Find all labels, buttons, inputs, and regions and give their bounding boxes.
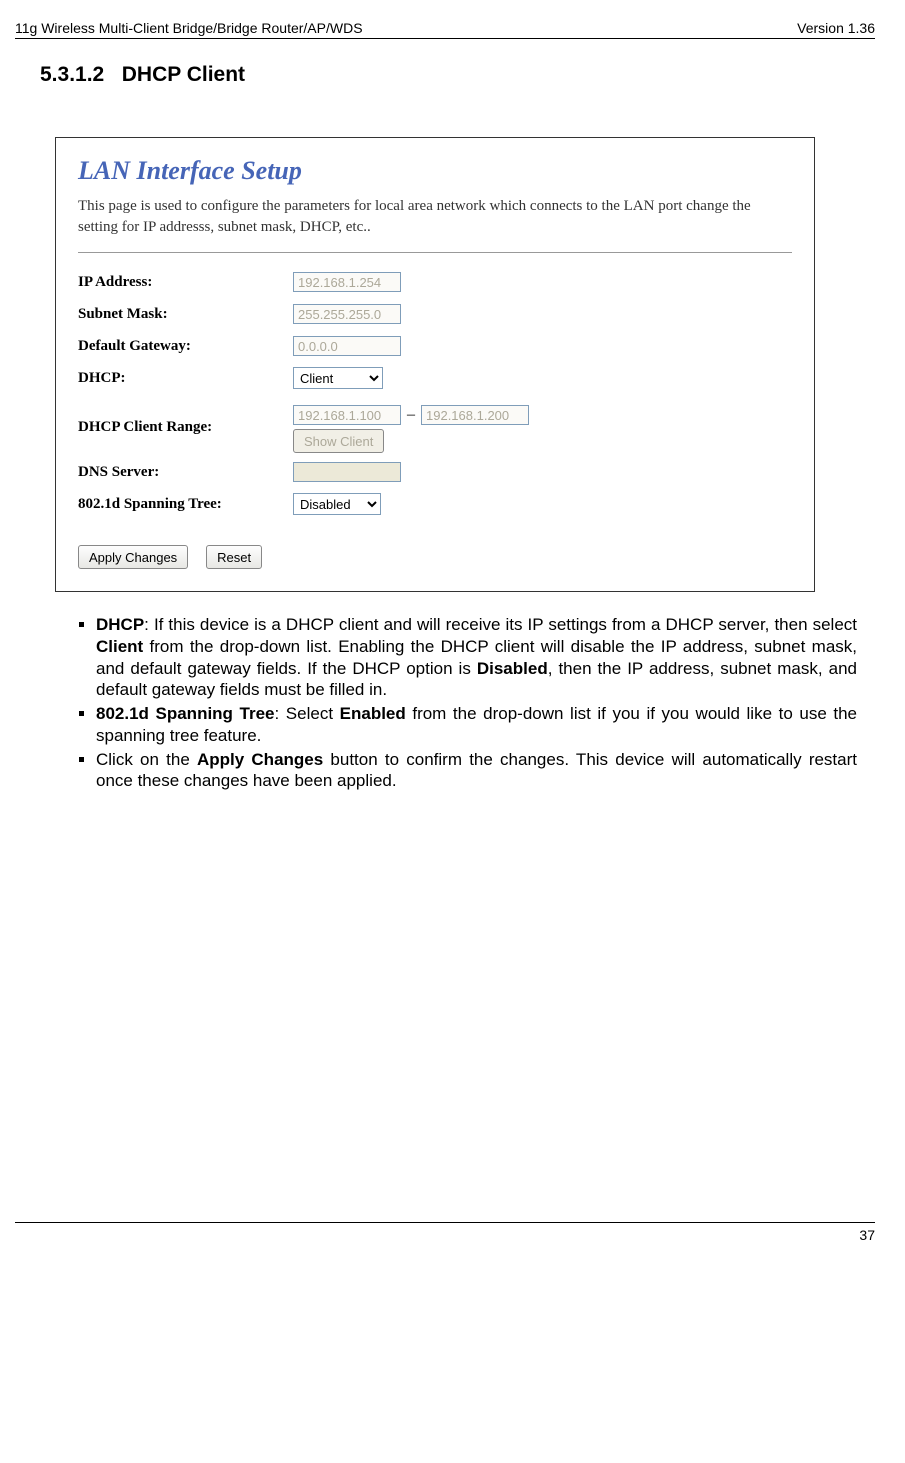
bullet-apply: Click on the Apply Changes button to con… [96,749,857,793]
dhcp-select[interactable]: Client [293,367,383,389]
footer-rule [15,1222,875,1223]
disabled-term: Disabled [477,659,548,678]
bullet-list: DHCP: If this device is a DHCP client an… [70,614,857,792]
panel-description: This page is used to configure the param… [78,196,792,238]
bullet-dhcp: DHCP: If this device is a DHCP client an… [96,614,857,701]
apply-changes-button[interactable]: Apply Changes [78,545,188,569]
spanning-label: 802.1d Spanning Tree: [78,496,293,513]
section-number: 5.3.1.2 [40,63,104,86]
mask-input[interactable] [293,304,401,324]
range-dash: – [407,406,415,424]
section-title: DHCP Client [122,63,245,86]
dhcp-term: DHCP [96,615,144,634]
header-rule [15,38,875,39]
range-end-input[interactable] [421,405,529,425]
page-header: 11g Wireless Multi-Client Bridge/Bridge … [15,20,875,38]
spanning-select[interactable]: Disabled [293,493,381,515]
panel-title: LAN Interface Setup [78,156,792,186]
range-label: DHCP Client Range: [78,405,293,436]
range-controls: – Show Client [293,405,529,453]
header-left: 11g Wireless Multi-Client Bridge/Bridge … [15,20,363,36]
page-container: 11g Wireless Multi-Client Bridge/Bridge … [0,0,905,1273]
page-number: 37 [15,1227,875,1243]
enabled-term: Enabled [340,704,406,723]
spanning-term: 802.1d Spanning Tree [96,704,275,723]
section-heading: 5.3.1.2 DHCP Client [40,63,875,87]
client-term: Client [96,637,143,656]
gateway-input[interactable] [293,336,401,356]
bullet-spanning: 802.1d Spanning Tree: Select Enabled fro… [96,703,857,747]
apply-term: Apply Changes [197,750,323,769]
dns-label: DNS Server: [78,464,293,481]
dns-input[interactable] [293,462,401,482]
ip-label: IP Address: [78,274,293,291]
gateway-label: Default Gateway: [78,338,293,355]
header-right: Version 1.36 [797,20,875,36]
screenshot-panel: LAN Interface Setup This page is used to… [55,137,815,592]
panel-rule [78,252,792,253]
show-client-button[interactable]: Show Client [293,429,384,453]
range-start-input[interactable] [293,405,401,425]
mask-label: Subnet Mask: [78,306,293,323]
dhcp-label: DHCP: [78,370,293,387]
reset-button[interactable]: Reset [206,545,262,569]
ip-input[interactable] [293,272,401,292]
